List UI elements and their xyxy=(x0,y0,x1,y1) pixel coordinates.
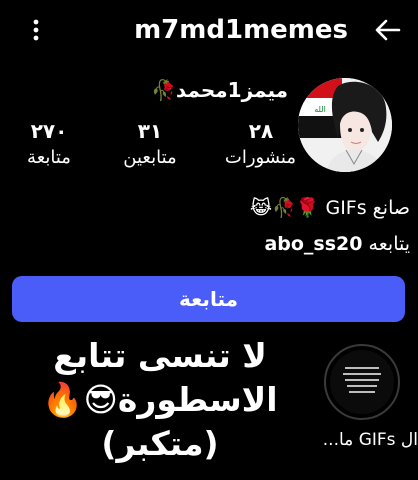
svg-text:الله: الله xyxy=(314,105,326,114)
overlay-caption-line1: لا تنسى تتابع xyxy=(53,336,267,375)
stat-followers[interactable]: ٣١ متابعين xyxy=(94,118,206,170)
profile-bio: صانع GIFs 🌹🥀😹 xyxy=(249,197,410,219)
stat-posts[interactable]: ٢٨ منشورات xyxy=(224,118,296,170)
followed-by-username[interactable]: abo_ss20 xyxy=(264,233,362,255)
stat-posts-value: ٢٨ xyxy=(248,119,274,143)
stat-posts-label: منشورات xyxy=(224,147,296,168)
highlight-label: ال GIFs ما... xyxy=(322,430,418,450)
story-highlight[interactable]: ال GIFs ما... xyxy=(320,344,418,450)
overlay-caption-line2: الاسطورة😎🔥 xyxy=(42,380,278,419)
highlight-ring xyxy=(324,344,400,420)
followed-by[interactable]: يتابعه abo_ss20 xyxy=(264,230,410,258)
stat-following-value: ٢٧٠ xyxy=(30,119,68,143)
more-options-icon[interactable] xyxy=(22,12,50,48)
highlight-cover-lines xyxy=(339,361,385,404)
profile-username: m7md1memes xyxy=(134,15,348,45)
stat-following[interactable]: ٢٧٠ متابعة xyxy=(6,118,92,170)
overlay-caption-line3: (متكبر) xyxy=(101,424,219,463)
stat-followers-label: متابعين xyxy=(123,147,177,168)
highlight-cover-image xyxy=(330,350,394,414)
overlay-caption: لا تنسى تتابع الاسطورة😎🔥 (متكبر) xyxy=(0,334,320,466)
top-bar: m7md1memes xyxy=(0,0,418,64)
followed-by-prefix: يتابعه xyxy=(368,233,410,255)
stat-followers-value: ٣١ xyxy=(137,119,163,143)
stat-following-label: متابعة xyxy=(27,147,71,168)
back-arrow-icon[interactable] xyxy=(370,12,406,48)
profile-display-name: ميمز1محمد🥀 xyxy=(151,78,288,102)
follow-button[interactable]: متابعة xyxy=(12,276,405,322)
profile-avatar[interactable]: الله xyxy=(298,78,392,172)
